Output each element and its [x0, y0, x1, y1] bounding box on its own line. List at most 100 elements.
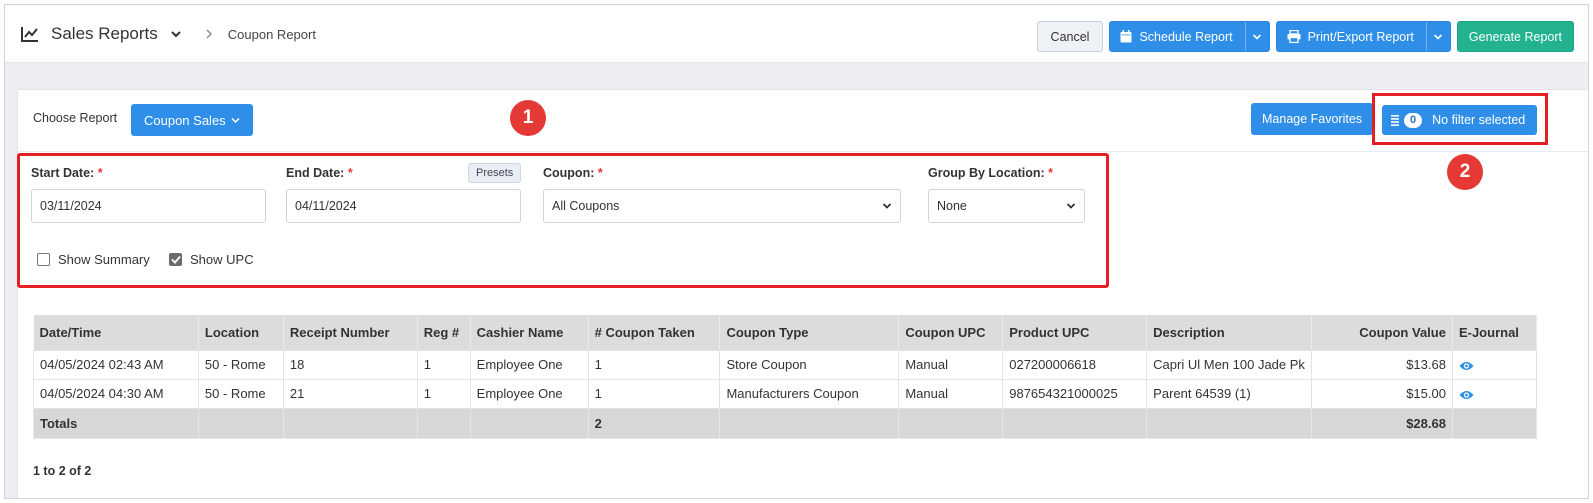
table-cell: 50 - Rome [197, 378, 284, 409]
report-select-button[interactable]: Coupon Sales [131, 104, 253, 136]
table-cell [1002, 407, 1148, 439]
column-header[interactable]: Coupon UPC [898, 315, 1004, 350]
cancel-button[interactable]: Cancel [1036, 21, 1104, 52]
checkbox-checked-icon[interactable] [169, 253, 182, 266]
table-cell [282, 407, 418, 439]
table-cell [1451, 378, 1538, 409]
coupon-select-value: All Coupons [552, 199, 620, 213]
printer-icon [1287, 30, 1301, 43]
report-select-label: Coupon Sales [144, 112, 226, 128]
group-by-location-label: Group By Location: * [928, 166, 1054, 180]
table-cell [469, 407, 589, 439]
column-header[interactable]: Location [198, 315, 284, 350]
chevron-down-icon[interactable] [170, 28, 182, 40]
header-actions: Cancel Schedule Report Print/Export Repo… [1036, 21, 1574, 52]
page-title[interactable]: Sales Reports [51, 24, 158, 44]
table-cell: 21 [282, 378, 418, 409]
show-upc-checkbox[interactable]: Show UPC [169, 252, 254, 267]
column-header[interactable]: Date/Time [33, 315, 199, 350]
column-header[interactable]: Coupon Value [1311, 315, 1453, 350]
start-date-input[interactable]: 03/11/2024 [31, 189, 266, 223]
breadcrumb-current: Coupon Report [227, 26, 316, 42]
table-cell: 027200006618 [1002, 349, 1148, 380]
print-export-main[interactable]: Print/Export Report [1277, 22, 1426, 51]
table-cell: Capri Ul Men 100 Jade Pk [1146, 349, 1313, 380]
table-cell: 1 [587, 378, 721, 409]
table-cell [416, 407, 471, 439]
column-header[interactable]: E-Journal [1452, 315, 1538, 350]
coupon-label: Coupon: * [543, 166, 603, 180]
presets-button[interactable]: Presets [468, 163, 522, 183]
column-header[interactable]: Product UPC [1002, 315, 1148, 350]
table-cell: Manual [898, 378, 1004, 409]
manage-favorites-button[interactable]: Manage Favorites [1251, 103, 1374, 135]
schedule-report-dropdown[interactable] [1244, 22, 1269, 51]
end-date-input[interactable]: 04/11/2024 [286, 189, 521, 223]
totals-label: Totals [33, 407, 199, 439]
calendar-icon [1120, 30, 1132, 43]
report-toolbar: Choose Report Coupon Sales 1 Manage Favo… [18, 90, 1588, 152]
table-cell: 18 [282, 349, 418, 380]
totals-row: Totals 2 $28.68 [33, 407, 1538, 439]
filter-count-badge: 0 [1404, 112, 1423, 128]
filter-list-icon [1391, 114, 1399, 126]
filter-button[interactable]: 0 No filter selected [1382, 105, 1537, 135]
top-bar: Sales Reports Coupon Report Cancel Sched… [5, 5, 1588, 63]
page-header: Sales Reports Coupon Report [21, 5, 316, 63]
show-upc-label: Show UPC [190, 252, 254, 267]
chevron-down-icon [1253, 33, 1262, 40]
table-cell [898, 407, 1004, 439]
table-cell: Parent 64539 (1) [1146, 378, 1313, 409]
column-header[interactable]: Receipt Number [283, 315, 418, 350]
checkmark-icon [170, 255, 181, 264]
column-header[interactable]: Coupon Type [719, 315, 900, 350]
column-header[interactable]: # Coupon Taken [588, 315, 721, 350]
filter-highlight-box: 0 No filter selected [1372, 93, 1548, 145]
table-cell: $15.00 [1311, 378, 1453, 409]
print-export-button[interactable]: Print/Export Report [1275, 21, 1451, 52]
coupon-select[interactable]: All Coupons [543, 189, 901, 223]
start-date-label: Start Date: * [31, 166, 103, 180]
show-summary-label: Show Summary [58, 252, 150, 267]
table-cell: Manual [898, 349, 1004, 380]
column-header[interactable]: Reg # [417, 315, 471, 350]
totals-coupons: 2 [587, 407, 721, 439]
filter-button-label: No filter selected [1432, 113, 1526, 127]
end-date-label: End Date: * [286, 166, 353, 180]
table-row: 04/05/2024 04:30 AM 50 - Rome 21 1 Emplo… [33, 378, 1538, 409]
table-cell: 1 [416, 349, 471, 380]
table-cell [1451, 349, 1538, 380]
coupon-report-table: Date/Time Location Receipt Number Reg # … [33, 315, 1538, 439]
totals-value: $28.68 [1311, 407, 1453, 439]
chevron-down-icon [231, 117, 240, 123]
group-by-location-value: None [937, 199, 967, 213]
pagination-info: 1 to 2 of 2 [33, 464, 92, 478]
table-cell: 50 - Rome [197, 349, 284, 380]
chevron-down-icon [882, 203, 892, 209]
table-row: 04/05/2024 02:43 AM 50 - Rome 18 1 Emplo… [33, 349, 1538, 380]
annotation-marker-2: 2 [1447, 154, 1483, 190]
table-cell [197, 407, 284, 439]
column-header[interactable]: Cashier Name [470, 315, 589, 350]
checkbox-unchecked-icon[interactable] [37, 253, 50, 266]
group-by-location-select[interactable]: None [928, 189, 1085, 223]
eye-icon[interactable] [1459, 361, 1474, 371]
table-cell [719, 407, 900, 439]
schedule-report-label: Schedule Report [1139, 29, 1233, 44]
schedule-report-button[interactable]: Schedule Report [1109, 21, 1270, 52]
print-export-dropdown[interactable] [1425, 22, 1450, 51]
schedule-report-main[interactable]: Schedule Report [1110, 22, 1244, 51]
chevron-right-icon [206, 29, 212, 39]
chevron-down-icon [1066, 203, 1076, 209]
eye-icon[interactable] [1459, 390, 1474, 400]
app-frame: Sales Reports Coupon Report Cancel Sched… [4, 4, 1589, 499]
report-filters-panel: Start Date: * 03/11/2024 End Date: * Pre… [17, 153, 1109, 288]
generate-report-button[interactable]: Generate Report [1456, 21, 1574, 52]
chevron-down-icon [1434, 33, 1443, 40]
table-cell: 04/05/2024 04:30 AM [33, 378, 199, 409]
show-summary-checkbox[interactable]: Show Summary [37, 252, 150, 267]
column-header[interactable]: Description [1146, 315, 1313, 350]
annotation-marker-1: 1 [510, 100, 546, 136]
table-cell: 1 [587, 349, 721, 380]
table-cell [1451, 407, 1538, 439]
